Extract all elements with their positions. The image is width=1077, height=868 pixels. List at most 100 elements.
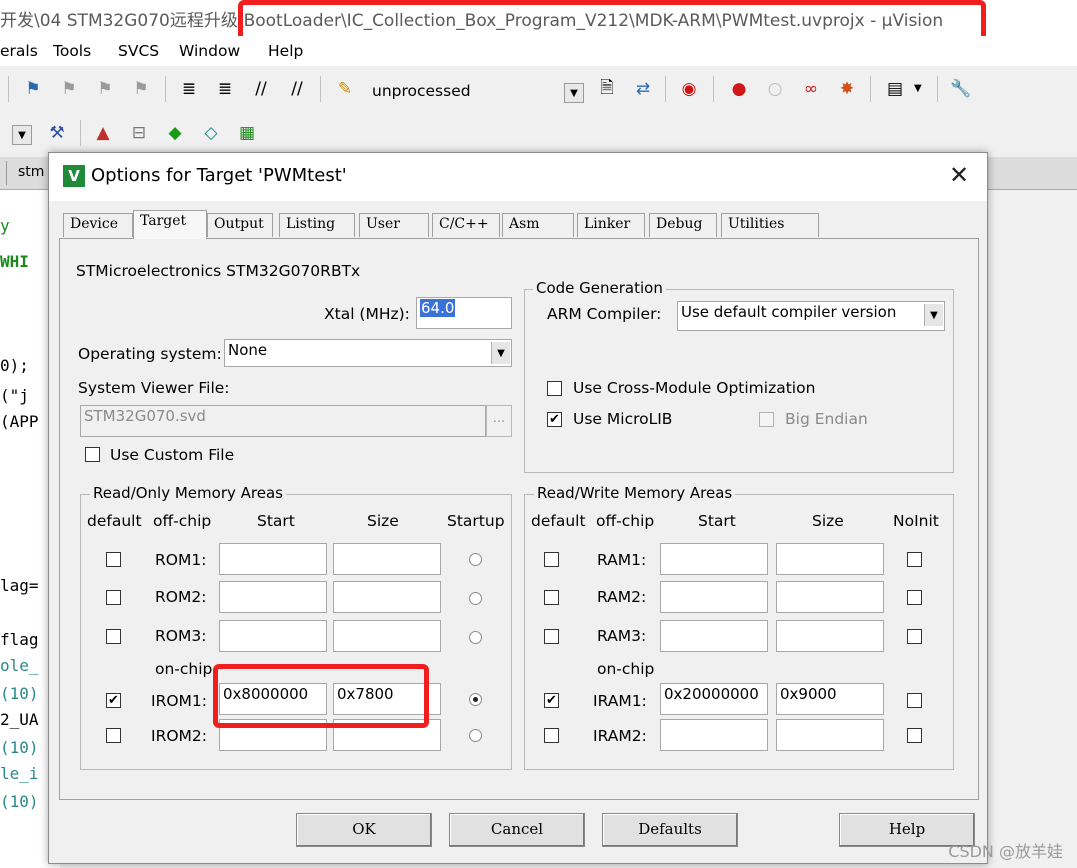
rom2-size-input[interactable] xyxy=(333,581,441,613)
comment-icon[interactable]: // xyxy=(250,78,272,100)
iram2-noinit-checkbox[interactable] xyxy=(907,728,922,743)
incremental-find-icon[interactable]: ⇄ xyxy=(632,78,654,100)
find-icon[interactable]: 🗎 xyxy=(596,78,618,100)
sv-browse-button: ... xyxy=(486,405,512,437)
menu-svcs[interactable]: SVCS xyxy=(118,42,159,60)
cancel-button[interactable]: Cancel xyxy=(449,813,585,847)
rom3-startup-radio[interactable] xyxy=(469,631,482,644)
ram2-start-input[interactable] xyxy=(660,581,768,613)
rom1-startup-radio[interactable] xyxy=(469,553,482,566)
debug-session-icon[interactable]: ◉ xyxy=(678,78,700,100)
disable-all-breakpoints-icon[interactable]: ∞ xyxy=(800,78,822,100)
rom3-default-checkbox[interactable] xyxy=(106,629,121,644)
iram2-size-input[interactable] xyxy=(776,719,884,751)
os-select[interactable]: None ▼ xyxy=(224,339,512,367)
tab-asm[interactable]: Asm xyxy=(502,213,574,237)
iram1-start-input[interactable]: 0x20000000 xyxy=(660,683,768,715)
configure-icon[interactable]: 🔧 xyxy=(950,78,972,100)
rom2-startup-radio[interactable] xyxy=(469,592,482,605)
indent-icon[interactable]: ≣ xyxy=(178,78,200,100)
target-select-arrow[interactable]: ▼ xyxy=(12,125,32,145)
build-toolbar: ⚑ ⚑ ⚑ ⚑ ≣ ≣ // // ✎ unprocessed ▼ 🗎 ⇄ ◉ … xyxy=(0,66,1077,114)
next-bookmark-icon[interactable]: ⚑ xyxy=(94,78,116,100)
tab-linker[interactable]: Linker xyxy=(577,213,645,237)
rom1-default-checkbox[interactable] xyxy=(106,552,121,567)
target-dropdown-arrow[interactable]: ▼ xyxy=(564,83,584,103)
tab-device[interactable]: Device xyxy=(63,213,133,237)
cross-module-checkbox[interactable] xyxy=(547,381,562,396)
toolbar-separator xyxy=(165,76,166,102)
tab-debug[interactable]: Debug xyxy=(649,213,717,237)
uncomment-icon[interactable]: // xyxy=(286,78,308,100)
select-packs-icon[interactable]: ⊟ xyxy=(128,122,150,144)
editor-tab-stm[interactable]: stm xyxy=(18,164,44,180)
ram2-size-input[interactable] xyxy=(776,581,884,613)
irom2-default-checkbox[interactable] xyxy=(106,728,121,743)
iram2-default-checkbox[interactable] xyxy=(544,728,559,743)
code-line: y xyxy=(0,216,10,235)
use-custom-file-label: Use Custom File xyxy=(110,446,235,464)
irom2-startup-radio[interactable] xyxy=(469,729,482,742)
prev-bookmark-icon[interactable]: ⚑ xyxy=(58,78,80,100)
window-layout-icon[interactable]: ▤ xyxy=(884,78,906,100)
tab-utilities[interactable]: Utilities xyxy=(721,213,819,237)
unindent-icon[interactable]: ≣ xyxy=(214,78,236,100)
rom3-start-input[interactable] xyxy=(219,620,327,652)
ram1-size-input[interactable] xyxy=(776,543,884,575)
ram3-start-input[interactable] xyxy=(660,620,768,652)
bookmark-icon[interactable]: ⚑ xyxy=(22,78,44,100)
defaults-button[interactable]: Defaults xyxy=(602,813,738,847)
menu-tools[interactable]: Tools xyxy=(53,42,91,60)
menu-peripherals[interactable]: erals xyxy=(0,42,38,60)
ram2-default-checkbox[interactable] xyxy=(544,590,559,605)
os-value: None xyxy=(228,341,268,359)
rom2-start-input[interactable] xyxy=(219,581,327,613)
rom-on-chip-label: on-chip xyxy=(155,660,213,678)
tab-target[interactable]: Target xyxy=(133,210,207,239)
manage-rte-icon[interactable]: ◆ xyxy=(164,122,186,144)
options-dialog: V Options for Target 'PWMtest' ✕ Device … xyxy=(48,152,988,864)
find-in-files-icon[interactable]: ✎ xyxy=(334,78,356,100)
rom1-start-input[interactable] xyxy=(219,543,327,575)
iram2-start-input[interactable] xyxy=(660,719,768,751)
sv-value: STM32G070.svd xyxy=(84,407,206,425)
ram1-start-input[interactable] xyxy=(660,543,768,575)
ram3-noinit-checkbox[interactable] xyxy=(907,629,922,644)
ram2-noinit-checkbox[interactable] xyxy=(907,590,922,605)
irom1-startup-radio[interactable] xyxy=(469,693,482,706)
tab-listing[interactable]: Listing xyxy=(279,213,355,237)
ok-button[interactable]: OK xyxy=(296,813,432,847)
rom2-default-checkbox[interactable] xyxy=(106,590,121,605)
window-layout-dropdown-icon[interactable]: ▼ xyxy=(914,83,922,94)
rom3-size-input[interactable] xyxy=(333,620,441,652)
ram1-noinit-checkbox[interactable] xyxy=(907,552,922,567)
arm-compiler-select[interactable]: Use default compiler version ▼ xyxy=(677,301,945,331)
event-recorder-icon[interactable]: ▦ xyxy=(236,122,258,144)
use-custom-file-checkbox[interactable] xyxy=(85,447,100,462)
xtal-input[interactable]: 64.0 xyxy=(416,297,512,329)
iram1-noinit-checkbox[interactable] xyxy=(907,693,922,708)
menu-help[interactable]: Help xyxy=(268,42,303,60)
iram1-default-checkbox[interactable]: ✔ xyxy=(544,693,559,708)
ram1-default-checkbox[interactable] xyxy=(544,552,559,567)
tab-user[interactable]: User xyxy=(359,213,429,237)
microlib-checkbox[interactable]: ✔ xyxy=(547,412,562,427)
rom1-size-input[interactable] xyxy=(333,543,441,575)
pack-installer-icon[interactable]: ◇ xyxy=(200,122,222,144)
chevron-down-icon[interactable]: ▼ xyxy=(491,342,510,364)
disable-breakpoint-icon[interactable]: ○ xyxy=(764,78,786,100)
iram1-size-input[interactable]: 0x9000 xyxy=(776,683,884,715)
rom-header-start: Start xyxy=(257,512,295,530)
tab-cc[interactable]: C/C++ xyxy=(432,213,500,237)
menu-window[interactable]: Window xyxy=(179,42,240,60)
ram3-size-input[interactable] xyxy=(776,620,884,652)
chevron-down-icon[interactable]: ▼ xyxy=(924,304,943,326)
insert-breakpoint-icon[interactable]: ● xyxy=(728,78,750,100)
irom1-default-checkbox[interactable]: ✔ xyxy=(106,693,121,708)
ram3-default-checkbox[interactable] xyxy=(544,629,559,644)
target-options-icon[interactable]: ⚒ xyxy=(46,122,68,144)
manage-project-items-icon[interactable]: ▲ xyxy=(92,122,114,144)
tab-output[interactable]: Output xyxy=(207,213,273,237)
kill-all-breakpoints-icon[interactable]: ✸ xyxy=(836,78,858,100)
clear-bookmarks-icon[interactable]: ⚑ xyxy=(130,78,152,100)
